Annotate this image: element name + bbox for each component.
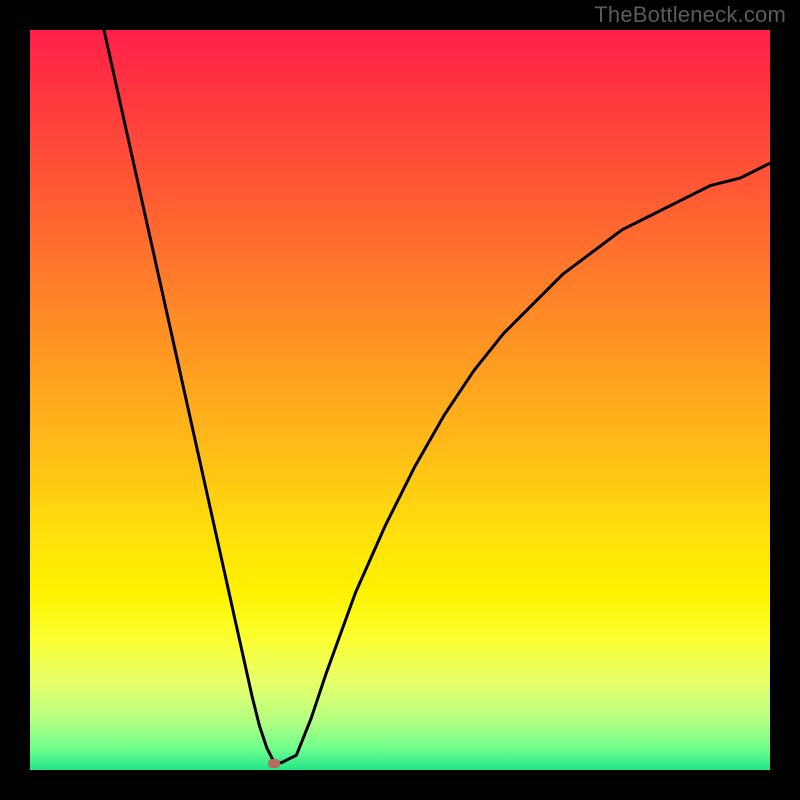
optimum-marker: [268, 759, 280, 768]
chart-frame: TheBottleneck.com: [0, 0, 800, 800]
bottleneck-curve: [30, 30, 770, 770]
plot-area: [30, 30, 770, 770]
watermark-text: TheBottleneck.com: [594, 2, 786, 28]
